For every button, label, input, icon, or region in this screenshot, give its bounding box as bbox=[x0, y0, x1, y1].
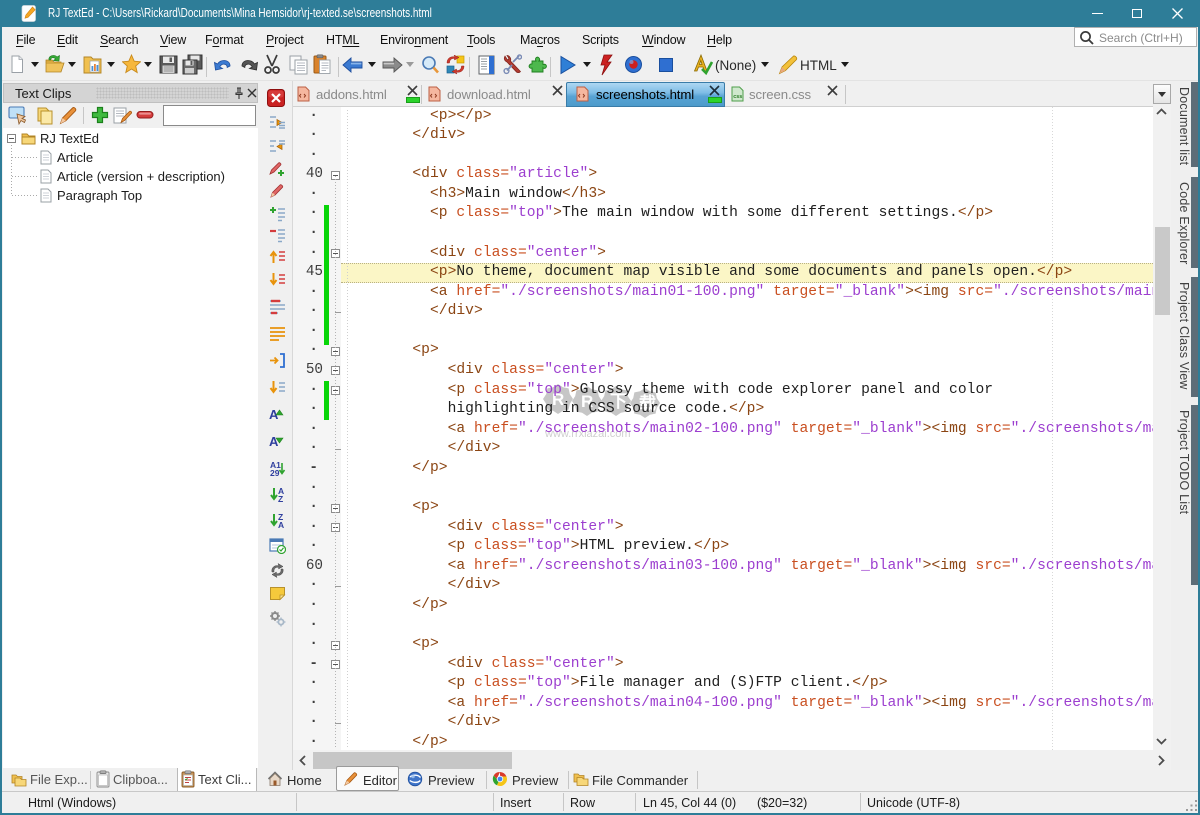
svg-text:css: css bbox=[733, 94, 742, 100]
